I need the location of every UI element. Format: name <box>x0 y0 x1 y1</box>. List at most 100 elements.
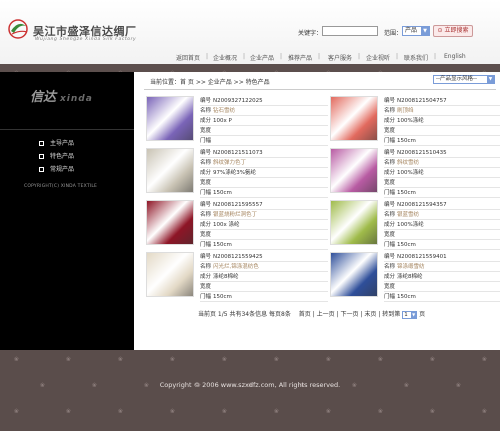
product-card[interactable]: 编号 N2008121595557 名称 银蓝烧粉烂洞色丁 成分 100x 涤纶 宽度 门幅 1… <box>146 200 328 250</box>
pager-next[interactable]: 下一页 <box>341 311 359 318</box>
spec-label: 编号 <box>384 202 396 208</box>
search-button[interactable]: ⊙ 立即搜索 <box>433 25 473 37</box>
nav-products[interactable]: 企业产品 <box>250 53 274 62</box>
chevron-down-icon: ▼ <box>411 311 417 318</box>
nav-divider: | <box>318 53 321 60</box>
footer-copyright: Copyright © 2006 www.szxdfz.com, All rig… <box>159 381 341 389</box>
spec-value[interactable]: 银蓝烧粉烂洞色丁 <box>213 212 257 218</box>
spec-value[interactable]: 斜纹雪纺 <box>397 160 419 166</box>
spec-label: 门幅 <box>384 294 396 300</box>
main-nav: 返回首页 | 企业概况 | 企业产品 | 推荐产品 | 客户服务 | 企业视听 … <box>0 51 500 64</box>
nav-divider: | <box>206 53 209 60</box>
pager-prev[interactable]: 上一页 <box>317 311 335 318</box>
pager-page-select[interactable]: 1 ▼ <box>402 310 418 319</box>
spec-value[interactable]: 刷顶绉 <box>397 108 414 114</box>
range-select[interactable]: 产品 ▼ <box>402 26 430 36</box>
spec-value[interactable]: 钻石雪纺 <box>213 108 235 114</box>
spec-label: 编号 <box>200 150 212 156</box>
spec-row-door: 门幅 150cm <box>384 136 500 146</box>
spec-value[interactable]: 斜纹弹力色丁 <box>213 160 246 166</box>
sidebar-item-regular-products[interactable]: 常规产品 <box>39 164 74 173</box>
product-thumbnail[interactable] <box>330 148 378 193</box>
sidebar-item-main-products[interactable]: 主导产品 <box>39 138 74 147</box>
nav-english[interactable]: English <box>444 53 466 60</box>
spec-value: 100x 涤纶 <box>213 222 240 228</box>
spec-label: 成分 <box>200 118 212 124</box>
nav-media[interactable]: 企业视听 <box>366 53 390 62</box>
bullet-icon <box>39 154 44 159</box>
spec-value[interactable]: 银蓝雪纺 <box>397 212 419 218</box>
nav-recommended[interactable]: 推荐产品 <box>288 53 312 62</box>
product-thumbnail[interactable] <box>146 252 194 297</box>
search-button-label: 立即搜索 <box>444 27 469 34</box>
spec-label: 门幅 <box>384 190 396 196</box>
spec-label: 宽度 <box>200 180 212 186</box>
product-card[interactable]: 编号 N2008121504757 名称 刷顶绉 成分 100%涤纶 宽度 门幅 150cm <box>330 96 500 146</box>
spec-value: 100%涤纶 <box>397 170 424 176</box>
spec-row-comp: 成分 涤纶8棉纶 <box>200 272 328 282</box>
main-content: 当前位置：首 页 >> 企业产品 >> 特色产品 --产品显示风格-- ▼ 编号… <box>134 72 500 350</box>
product-card[interactable]: 编号 N2008121510435 名称 斜纹雪纺 成分 100%涤纶 宽度 门幅 150cm <box>330 148 500 198</box>
product-thumbnail[interactable] <box>146 148 194 193</box>
spec-value[interactable]: 锦涤缎雪纺 <box>397 264 425 270</box>
search-label: 关键字： <box>298 30 323 37</box>
product-card[interactable]: 编号 N2008121559425 名称 闪光烂,锦涤混纺色 成分 涤纶8棉纶 宽度 门幅 15… <box>146 252 328 302</box>
spec-value: N2009327122025 <box>213 98 263 104</box>
spec-value: 100%涤纶 <box>397 118 424 124</box>
flower-ornament-icon: ❀ <box>430 356 436 363</box>
product-specs: 编号 N2008121559425 名称 闪光烂,锦涤混纺色 成分 涤纶8棉纶 宽度 门幅 15… <box>200 252 328 302</box>
pager-page-suffix: 页 <box>419 311 426 318</box>
sidebar-divider <box>0 129 134 130</box>
spec-label: 成分 <box>384 222 396 228</box>
search-input[interactable] <box>322 26 378 36</box>
spec-value: 97%涤纶3%氨纶 <box>213 170 256 176</box>
product-card[interactable]: 编号 N2008121511073 名称 斜纹弹力色丁 成分 97%涤纶3%氨纶 宽度 门幅 1… <box>146 148 328 198</box>
decorative-band: ❀❀❀❀❀❀❀❀❀❀ <box>0 64 500 72</box>
product-card[interactable]: 编号 N2009327122025 名称 钻石雪纺 成分 100x P 宽度 门幅 <box>146 96 328 146</box>
spec-row-door: 门幅 150cm <box>200 188 328 198</box>
product-thumbnail[interactable] <box>146 96 194 141</box>
product-thumbnail[interactable] <box>330 200 378 245</box>
product-thumbnail[interactable] <box>330 96 378 141</box>
pager-last[interactable]: 末页 <box>364 311 376 318</box>
range-label: 范围： <box>384 30 403 37</box>
spec-row-name: 名称 银蓝雪纺 <box>384 210 500 220</box>
spec-row-comp: 成分 100x 涤纶 <box>200 220 328 230</box>
spec-label: 门幅 <box>200 242 212 248</box>
spec-label: 宽度 <box>200 284 212 290</box>
nav-divider: | <box>396 53 399 60</box>
site-header: 吴江市盛泽信达绸厂 Wujiang Shengze Xinda Silk Fac… <box>0 0 500 64</box>
spec-row-name: 名称 闪光烂,锦涤混纺色 <box>200 262 328 272</box>
nav-service[interactable]: 客户服务 <box>328 53 352 62</box>
product-thumbnail[interactable] <box>146 200 194 245</box>
spec-value: 涤纶8棉纶 <box>213 274 239 280</box>
sidebar-item-featured-products[interactable]: 特色产品 <box>39 151 74 160</box>
spec-value: 150cm <box>213 294 232 300</box>
product-card[interactable]: 编号 N2008121559401 名称 锦涤缎雪纺 成分 涤纶8棉纶 宽度 门幅 150cm <box>330 252 500 302</box>
spec-row-name: 名称 钻石雪纺 <box>200 106 328 116</box>
product-thumbnail[interactable] <box>330 252 378 297</box>
product-specs: 编号 N2008121504757 名称 刷顶绉 成分 100%涤纶 宽度 门幅 150cm <box>384 96 500 146</box>
sidebar-logo: 信达 <box>30 90 57 105</box>
flower-ornament-icon: ❀ <box>14 356 20 363</box>
content-divider <box>144 89 496 90</box>
spec-value: 150cm <box>397 138 416 144</box>
spec-label: 成分 <box>384 118 396 124</box>
product-card[interactable]: 编号 N2008121594357 名称 银蓝雪纺 成分 100%涤纶 宽度 门幅 150cm <box>330 200 500 250</box>
pager-first[interactable]: 首页 <box>299 311 311 318</box>
spec-label: 编号 <box>200 254 212 260</box>
spec-value[interactable]: 闪光烂,锦涤混纺色 <box>213 264 259 270</box>
nav-contact[interactable]: 联系我们 <box>404 53 428 62</box>
flower-ornament-icon: ❀ <box>274 408 280 415</box>
spec-row-name: 名称 斜纹雪纺 <box>384 158 500 168</box>
spec-row-width: 宽度 <box>200 178 328 188</box>
display-style-select[interactable]: --产品显示风格-- ▼ <box>433 75 495 84</box>
footer-band: ❀❀❀❀❀❀❀❀❀❀❀❀❀❀❀❀❀❀❀❀❀❀❀❀❀❀❀❀❀❀ <box>0 350 500 431</box>
spec-row-comp: 成分 100%涤纶 <box>384 116 500 126</box>
spec-row-code: 编号 N2009327122025 <box>200 96 328 106</box>
flower-ornament-icon: ❀ <box>378 408 384 415</box>
nav-about[interactable]: 企业概况 <box>213 53 237 62</box>
nav-home[interactable]: 返回首页 <box>176 53 200 62</box>
spec-row-width: 宽度 <box>384 282 500 292</box>
spec-label: 编号 <box>384 254 396 260</box>
